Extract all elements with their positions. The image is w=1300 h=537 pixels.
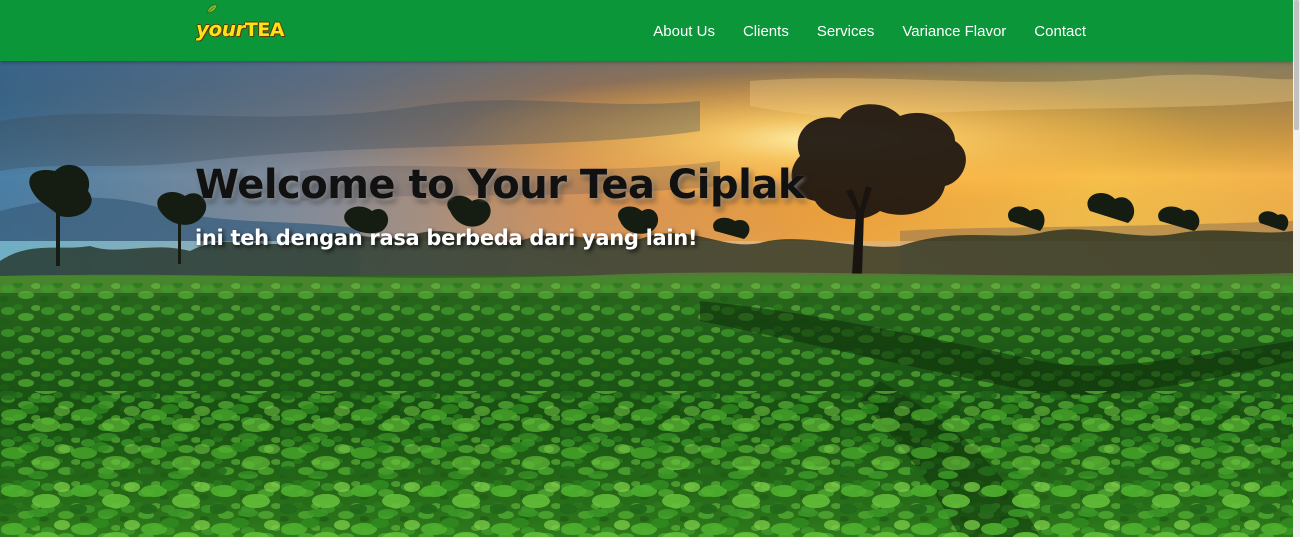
nav-link-contact[interactable]: Contact bbox=[1034, 23, 1086, 40]
logo-text-your: your bbox=[196, 17, 245, 41]
logo-text: yourTEA bbox=[196, 17, 285, 41]
nav-link-about-us[interactable]: About Us bbox=[653, 23, 715, 40]
hero-title: Welcome to Your Tea Ciplak bbox=[195, 162, 804, 208]
leaf-icon bbox=[206, 4, 218, 14]
brand-logo[interactable]: yourTEA bbox=[196, 4, 285, 42]
vertical-scrollbar[interactable] bbox=[1293, 0, 1300, 537]
scrollbar-thumb[interactable] bbox=[1294, 0, 1299, 130]
logo-text-tea: TEA bbox=[244, 19, 285, 41]
nav-link-clients[interactable]: Clients bbox=[743, 23, 789, 40]
nav-menu: About Us Clients Services Variance Flavo… bbox=[653, 0, 1086, 61]
nav-link-services[interactable]: Services bbox=[817, 23, 875, 40]
page: yourTEA About Us Clients Services Varian… bbox=[0, 0, 1300, 537]
nav-link-variance-flavor[interactable]: Variance Flavor bbox=[902, 23, 1006, 40]
hero-section: Welcome to Your Tea Ciplak ini teh denga… bbox=[0, 61, 1293, 537]
hero-background-image bbox=[0, 61, 1293, 537]
hero-subtitle: ini teh dengan rasa berbeda dari yang la… bbox=[195, 226, 698, 250]
navbar: yourTEA About Us Clients Services Varian… bbox=[0, 0, 1293, 61]
